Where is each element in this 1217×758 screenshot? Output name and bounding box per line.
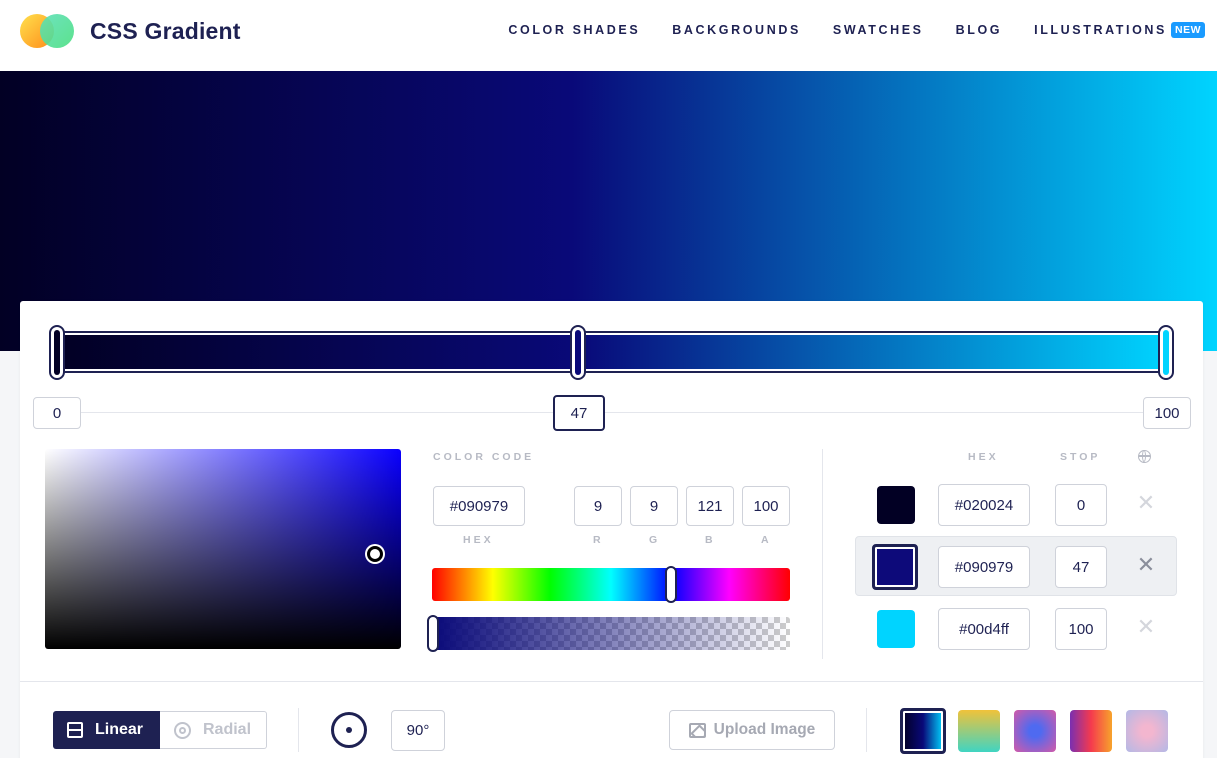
- alpha-slider[interactable]: [432, 617, 790, 650]
- saturation-value-picker[interactable]: [45, 449, 401, 649]
- delete-stop-icon[interactable]: ✕: [1136, 492, 1156, 514]
- nav-link-swatches[interactable]: SWATCHES: [833, 23, 924, 37]
- delete-stop-icon[interactable]: ✕: [1136, 554, 1156, 576]
- nav-links: COLOR SHADES BACKGROUNDS SWATCHES BLOG I…: [476, 22, 1205, 38]
- b-label: B: [705, 534, 716, 546]
- stop-handle-0[interactable]: [49, 325, 65, 380]
- stop-position-label-100[interactable]: 100: [1143, 397, 1191, 429]
- stop-position-input[interactable]: 0: [1055, 484, 1107, 526]
- upload-image-button[interactable]: Upload Image: [669, 710, 835, 750]
- nav-link-color-shades[interactable]: COLOR SHADES: [508, 23, 640, 37]
- hue-slider-thumb[interactable]: [665, 566, 677, 603]
- logo-text: CSS Gradient: [90, 17, 241, 44]
- logo-icon: [20, 14, 76, 48]
- linear-label: Linear: [95, 721, 144, 738]
- a-label: A: [761, 534, 772, 546]
- stop-swatch[interactable]: [877, 486, 915, 524]
- new-badge: NEW: [1171, 22, 1205, 38]
- stop-row-47[interactable]: #090979 47 ✕: [855, 536, 1177, 596]
- stop-position-label-0[interactable]: 0: [33, 397, 81, 429]
- hue-slider[interactable]: [432, 568, 790, 601]
- stop-column-header: STOP: [1060, 451, 1101, 463]
- radial-icon: [174, 721, 191, 739]
- radial-label: Radial: [203, 721, 252, 738]
- radial-button[interactable]: Radial: [160, 711, 267, 749]
- stop-row-0[interactable]: #020024 0 ✕: [855, 475, 1177, 535]
- g-input[interactable]: 9: [630, 486, 678, 526]
- stop-swatch[interactable]: [877, 610, 915, 648]
- r-label: R: [593, 534, 604, 546]
- stop-position-label-47[interactable]: 47: [553, 395, 605, 431]
- divider: [866, 708, 867, 752]
- globe-icon: [1138, 450, 1151, 463]
- angle-dial-icon[interactable]: [331, 712, 367, 748]
- stop-handle-47[interactable]: [570, 325, 586, 380]
- gradient-editor-card: 0 47 100 COLOR CODE #090979 HEX 9 9 121 …: [20, 301, 1203, 758]
- preset-swatch-2[interactable]: [958, 710, 1000, 752]
- top-nav: CSS Gradient COLOR SHADES BACKGROUNDS SW…: [0, 0, 1217, 71]
- hex-input[interactable]: #090979: [433, 486, 525, 526]
- stop-hex-input[interactable]: #00d4ff: [938, 608, 1030, 650]
- gradient-bar[interactable]: [58, 331, 1170, 373]
- nav-link-illustrations[interactable]: ILLUSTRATIONS NEW: [1034, 22, 1205, 38]
- stop-position-input[interactable]: 100: [1055, 608, 1107, 650]
- alpha-slider-thumb[interactable]: [427, 615, 439, 652]
- gradient-type-toggle: Linear Radial: [53, 711, 267, 749]
- nav-link-illustrations-label: ILLUSTRATIONS: [1034, 23, 1167, 37]
- linear-button[interactable]: Linear: [53, 711, 160, 749]
- divider: [298, 708, 299, 752]
- stop-position-input[interactable]: 47: [1055, 546, 1107, 588]
- picker-cursor[interactable]: [367, 546, 383, 562]
- nav-link-blog[interactable]: BLOG: [956, 23, 1003, 37]
- upload-image-label: Upload Image: [713, 721, 816, 738]
- hex-column-header: HEX: [968, 451, 999, 463]
- preset-swatch-5[interactable]: [1126, 710, 1168, 752]
- g-label: G: [649, 534, 661, 546]
- stop-track: [58, 412, 1190, 413]
- stop-hex-input[interactable]: #020024: [938, 484, 1030, 526]
- logo[interactable]: CSS Gradient: [20, 14, 241, 48]
- preset-swatch-3[interactable]: [1014, 710, 1056, 752]
- a-input[interactable]: 100: [742, 486, 790, 526]
- divider: [20, 681, 1203, 682]
- stop-handle-100[interactable]: [1158, 325, 1174, 380]
- angle-input[interactable]: 90°: [391, 710, 445, 751]
- color-code-label: COLOR CODE: [433, 451, 535, 463]
- preset-swatch-1[interactable]: [900, 708, 946, 754]
- nav-link-backgrounds[interactable]: BACKGROUNDS: [672, 23, 801, 37]
- divider: [822, 449, 823, 659]
- b-input[interactable]: 121: [686, 486, 734, 526]
- stop-hex-input[interactable]: #090979: [938, 546, 1030, 588]
- linear-icon: [67, 722, 83, 738]
- stop-row-100[interactable]: #00d4ff 100 ✕: [855, 599, 1177, 659]
- preset-swatch-4[interactable]: [1070, 710, 1112, 752]
- hex-field-label: HEX: [463, 534, 494, 546]
- delete-stop-icon[interactable]: ✕: [1136, 616, 1156, 638]
- image-icon: [688, 722, 706, 738]
- stop-swatch[interactable]: [872, 544, 918, 590]
- r-input[interactable]: 9: [574, 486, 622, 526]
